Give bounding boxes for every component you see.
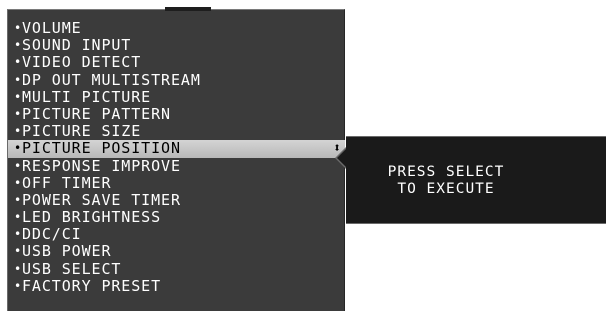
- menu-item-dp-out-multistream[interactable]: •DP OUT MULTISTREAM: [8, 70, 344, 89]
- bullet-icon: •: [14, 227, 23, 242]
- bullet-icon: •: [14, 158, 23, 173]
- bullet-icon: •: [14, 261, 23, 276]
- menu-item-factory-preset[interactable]: •FACTORY PRESET: [8, 276, 344, 295]
- monitor-osd: •VOLUME •SOUND INPUT •VIDEO DETECT •DP OUT …: [0, 0, 606, 311]
- bullet-icon: •: [14, 106, 23, 121]
- menu-item-sound-input[interactable]: •SOUND INPUT: [8, 36, 344, 55]
- menu-item-label: PICTURE SIZE: [22, 122, 142, 141]
- popup-line-2: TO EXECUTE: [397, 181, 495, 197]
- popup-message: PRESS SELECT TO EXECUTE: [346, 164, 546, 198]
- menu-item-label: FACTORY PRESET: [22, 276, 162, 295]
- osd-menu-panel: •VOLUME •SOUND INPUT •VIDEO DETECT •DP OUT …: [7, 7, 345, 311]
- menu-item-label: RESPONSE IMPROVE: [22, 156, 181, 175]
- menu-item-label: POWER SAVE TIMER: [22, 190, 181, 209]
- menu-item-label: DP OUT MULTISTREAM: [22, 70, 201, 89]
- menu-item-usb-select[interactable]: •USB SELECT: [8, 259, 344, 278]
- popup-line-1: PRESS SELECT: [387, 164, 505, 180]
- osd-menu-list: •VOLUME •SOUND INPUT •VIDEO DETECT •DP OUT …: [8, 19, 345, 295]
- bullet-icon: •: [14, 278, 23, 293]
- menu-item-usb-power[interactable]: •USB POWER: [8, 242, 344, 261]
- bullet-icon: •: [14, 244, 23, 259]
- menu-item-label: PICTURE PATTERN: [22, 104, 171, 123]
- menu-top-notch: [165, 7, 211, 11]
- popup-pointer: [337, 149, 346, 167]
- bullet-icon: •: [14, 175, 23, 190]
- menu-item-led-brightness[interactable]: •LED BRIGHTNESS: [8, 208, 344, 227]
- menu-item-label: MULTI PICTURE: [22, 87, 152, 106]
- menu-item-label: PICTURE POSITION: [22, 139, 181, 158]
- menu-item-off-timer[interactable]: •OFF TIMER: [8, 173, 344, 192]
- bullet-icon: •: [14, 72, 23, 87]
- menu-item-picture-position[interactable]: •PICTURE POSITION ⬍: [8, 139, 345, 158]
- bullet-icon: •: [14, 89, 23, 104]
- menu-item-picture-size[interactable]: •PICTURE SIZE: [8, 122, 344, 141]
- menu-item-ddc-ci[interactable]: •DDC/CI: [8, 225, 344, 244]
- bullet-icon: •: [14, 141, 23, 156]
- bullet-icon: •: [14, 210, 23, 225]
- menu-item-label: OFF TIMER: [22, 173, 112, 192]
- menu-item-label: LED BRIGHTNESS: [22, 208, 162, 227]
- menu-item-label: DDC/CI: [22, 225, 82, 244]
- bullet-icon: •: [14, 124, 23, 139]
- menu-item-label: VOLUME: [22, 19, 82, 37]
- menu-item-picture-pattern[interactable]: •PICTURE PATTERN: [8, 104, 344, 124]
- menu-item-power-save-timer[interactable]: •POWER SAVE TIMER: [8, 190, 344, 210]
- menu-item-volume[interactable]: •VOLUME: [8, 19, 344, 38]
- menu-item-label: USB SELECT: [22, 259, 122, 278]
- bullet-icon: •: [14, 192, 23, 207]
- menu-item-label: VIDEO DETECT: [22, 53, 142, 72]
- menu-item-label: SOUND INPUT: [22, 36, 132, 55]
- execute-hint-popup: PRESS SELECT TO EXECUTE: [335, 136, 606, 224]
- bullet-icon: •: [14, 38, 23, 53]
- menu-item-response-improve[interactable]: •RESPONSE IMPROVE: [8, 156, 344, 175]
- menu-item-video-detect[interactable]: •VIDEO DETECT: [8, 53, 344, 72]
- menu-item-multi-picture[interactable]: •MULTI PICTURE: [8, 87, 344, 106]
- menu-item-label: USB POWER: [22, 242, 112, 261]
- bullet-icon: •: [14, 21, 23, 35]
- bullet-icon: •: [14, 55, 23, 70]
